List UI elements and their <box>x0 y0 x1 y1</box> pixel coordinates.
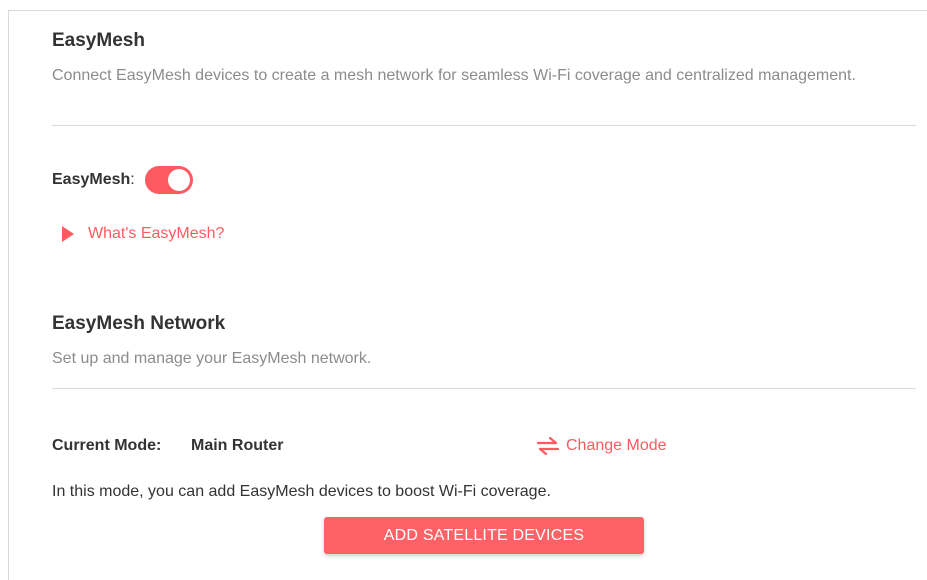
current-mode-value: Main Router <box>191 437 284 454</box>
easymesh-toggle[interactable] <box>144 166 193 194</box>
triangle-right-icon <box>62 226 74 242</box>
network-title: EasyMesh Network <box>52 313 226 334</box>
whats-easymesh-label: What's EasyMesh? <box>88 225 225 242</box>
easymesh-section: EasyMesh Connect EasyMesh devices to cre… <box>52 30 916 86</box>
easymesh-toggle-row: EasyMesh: <box>52 166 193 194</box>
mode-description: In this mode, you can add EasyMesh devic… <box>52 483 551 500</box>
swap-arrows-icon <box>536 437 560 455</box>
network-description: Set up and manage your EasyMesh network. <box>52 350 372 367</box>
easymesh-divider <box>52 125 916 126</box>
change-mode-link[interactable]: Change Mode <box>536 437 667 455</box>
easymesh-description: Connect EasyMesh devices to create a mes… <box>52 67 856 84</box>
easymesh-title: EasyMesh <box>52 30 145 51</box>
whats-easymesh-link[interactable]: What's EasyMesh? <box>62 225 224 243</box>
easymesh-toggle-label: EasyMesh: <box>52 171 135 188</box>
change-mode-label: Change Mode <box>566 437 667 454</box>
network-divider <box>52 388 916 389</box>
toggle-knob <box>167 169 190 191</box>
current-mode-label: Current Mode: <box>52 437 162 454</box>
network-section: EasyMesh Network Set up and manage your … <box>52 313 916 369</box>
current-mode-row: Current Mode: Main Router Change Mode <box>52 437 916 459</box>
add-satellite-devices-button[interactable]: ADD SATELLITE DEVICES <box>324 517 644 554</box>
